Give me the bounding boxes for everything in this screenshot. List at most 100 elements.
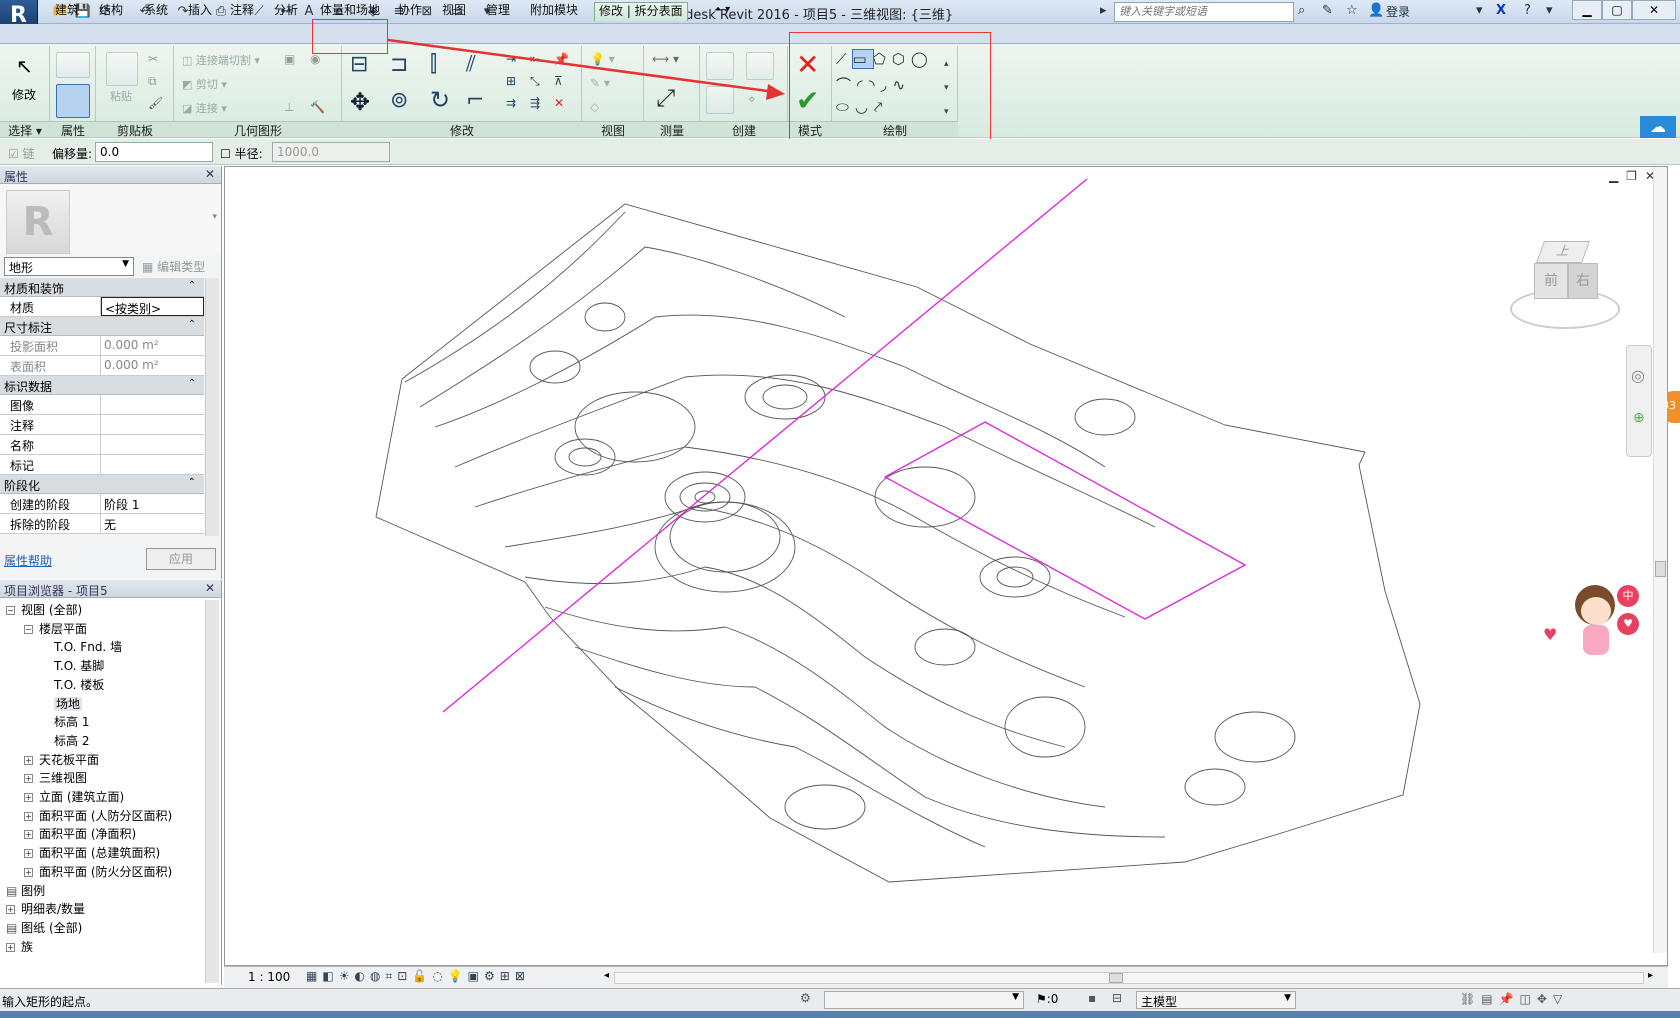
maximize-button[interactable]: ▢	[1602, 0, 1632, 20]
delete-icon[interactable]: ✕	[554, 96, 564, 110]
search-expand-icon[interactable]: ▸	[1100, 3, 1107, 18]
extend-icon[interactable]: ⇶	[530, 96, 540, 110]
workset-dropdown[interactable]: ▼	[824, 991, 1024, 1009]
collapse-icon[interactable]: ⌃	[188, 477, 196, 488]
create-similar-icon[interactable]: ⋄	[748, 92, 756, 106]
view-cube-right[interactable]: 右	[1568, 263, 1598, 299]
crop-view-icon[interactable]: ⌗	[385, 969, 397, 983]
horizontal-scroll-right-icon[interactable]: ▸	[1648, 970, 1653, 981]
cut-icon[interactable]: ✂	[148, 52, 158, 66]
property-value[interactable]	[101, 435, 204, 454]
copy-icon[interactable]: ⧉	[148, 74, 157, 89]
paste-label[interactable]: 粘贴	[110, 88, 132, 104]
worksharing-icon[interactable]: ⚙	[800, 991, 811, 1005]
unpin-icon[interactable]: ⊼	[554, 74, 563, 88]
close-icon[interactable]: ✕	[205, 581, 215, 595]
wall-joins-icon[interactable]: ⊥	[284, 100, 294, 114]
demolish-icon[interactable]: 🔨	[310, 100, 325, 114]
expand-icon[interactable]: +	[6, 905, 15, 915]
tab-manage[interactable]: 管理	[482, 2, 514, 20]
search-input[interactable]	[1114, 2, 1294, 22]
exchange-apps-icon[interactable]: X	[1496, 3, 1506, 18]
match-properties-icon[interactable]: 🖌	[148, 96, 163, 110]
minimize-button[interactable]: ▁	[1572, 0, 1602, 20]
measure-between-icon[interactable]: ⟷ ▾	[652, 52, 679, 66]
apply-button[interactable]: 应用	[146, 548, 216, 570]
tab-structure[interactable]: 结构	[95, 2, 127, 20]
browser-tree-item[interactable]: 标高 2	[54, 731, 89, 751]
property-value[interactable]	[101, 395, 204, 414]
expand-icon[interactable]: +	[24, 774, 33, 784]
properties-scrollbar[interactable]	[205, 278, 219, 536]
panel-label-select[interactable]: 选择 ▾	[0, 121, 50, 138]
mirror-axis-icon[interactable]: ⫿	[430, 52, 437, 77]
unlock-view-icon[interactable]: 🔓	[412, 969, 432, 983]
property-value[interactable]: 0.000 m²	[101, 336, 204, 355]
move-icon[interactable]: ✥	[350, 88, 370, 116]
tab-collaborate[interactable]: 协作	[394, 2, 426, 20]
browser-tree-item[interactable]: ▤ 图纸 (全部)	[6, 918, 82, 938]
trim-icon[interactable]: ⌐	[466, 88, 484, 113]
property-value[interactable]	[101, 455, 204, 474]
tab-systems[interactable]: 系统	[140, 2, 172, 20]
collapse-icon[interactable]: −	[24, 624, 33, 634]
properties-help-link[interactable]: 属性帮助	[4, 552, 52, 569]
cut-join-button[interactable]: ◫ 连接端切割 ▾	[182, 52, 260, 68]
reveal-hidden-icon[interactable]: 💡	[448, 969, 468, 983]
login-dropdown-icon[interactable]: ▾	[1476, 3, 1483, 18]
aligned-dimension-icon[interactable]: ⤢	[656, 84, 675, 112]
paint-icon[interactable]: ◉	[310, 52, 320, 66]
browser-tree-item[interactable]: + 天花板平面	[24, 750, 99, 770]
split-face-icon[interactable]: ▣	[284, 52, 295, 66]
help-icon[interactable]: ?	[1524, 3, 1531, 18]
editable-only-icon[interactable]: ▪	[1088, 991, 1096, 1005]
canvas-vertical-scrollbar[interactable]	[1653, 167, 1667, 953]
select-links-icon[interactable]: ⛓	[1460, 992, 1481, 1006]
chain-checkbox[interactable]: ☑ 链	[8, 145, 35, 162]
visual-style-icon[interactable]: ◧	[322, 969, 338, 983]
browser-tree-item[interactable]: + 面积平面 (净面积)	[24, 824, 136, 844]
paste-icon[interactable]	[106, 52, 138, 86]
tab-architecture[interactable]: 建筑	[51, 2, 83, 20]
subscription-icon[interactable]: ✎	[1322, 3, 1333, 18]
join-button[interactable]: ◪ 连接 ▾	[182, 100, 227, 116]
tab-addins[interactable]: 附加模块	[526, 2, 582, 20]
browser-tree-item[interactable]: 场地	[54, 694, 83, 714]
rendering-icon[interactable]: ◍	[370, 969, 385, 983]
expand-icon[interactable]: +	[24, 867, 33, 877]
temp-view-props-icon[interactable]: ▣	[468, 969, 484, 983]
horizontal-scroll-left-icon[interactable]: ◂	[604, 970, 609, 981]
design-options-icon[interactable]: ⊟	[1112, 991, 1122, 1005]
temp-hide-icon[interactable]: ◌	[432, 969, 447, 983]
browser-tree-item[interactable]: − 楼层平面	[24, 619, 87, 639]
pin-icon[interactable]: 📌	[554, 52, 569, 66]
view-scale[interactable]: 1 : 100	[248, 970, 290, 984]
scale-icon[interactable]: ⤡	[530, 74, 540, 89]
browser-tree-item[interactable]: + 面积平面 (防火分区面积)	[24, 862, 172, 882]
offset-icon[interactable]: ⊐	[390, 52, 408, 77]
design-option-dropdown[interactable]: 主模型 ▼	[1136, 991, 1296, 1009]
expand-icon[interactable]: +	[24, 849, 33, 859]
binoculars-icon[interactable]: ⌕	[1298, 3, 1305, 18]
tab-view[interactable]: 视图	[438, 2, 470, 20]
cut-button[interactable]: ◩ 剪切 ▾	[182, 76, 227, 92]
edit-type-button[interactable]: ▦ 编辑类型	[142, 258, 205, 275]
linework-icon[interactable]: ◇	[590, 100, 599, 114]
select-underlay-icon[interactable]: ▤	[1481, 992, 1498, 1006]
canvas-horizontal-scrollbar[interactable]	[614, 972, 1644, 984]
tab-annotate[interactable]: 注释	[226, 2, 258, 20]
shadows-icon[interactable]: ◐	[354, 969, 369, 983]
close-icon[interactable]: ✕	[205, 167, 215, 181]
login-link[interactable]: 登录	[1386, 3, 1410, 20]
split-icon[interactable]: ⇥	[506, 52, 516, 66]
browser-scrollbar[interactable]	[205, 600, 219, 983]
cloud-icon[interactable]: ☁	[1640, 116, 1676, 138]
browser-tree-item[interactable]: + 明细表/数量	[6, 899, 85, 919]
reveal-constraints-icon[interactable]: ⊠	[515, 969, 530, 983]
modify-button-label[interactable]: 修改	[12, 86, 36, 103]
expand-icon[interactable]: +	[24, 755, 33, 765]
property-value[interactable]: <按类别>	[101, 297, 204, 316]
browser-tree-item[interactable]: − 视图 (全部)	[6, 600, 82, 620]
property-value[interactable]: 0.000 m²	[101, 356, 204, 375]
property-group-header[interactable]: 尺寸标注 ⌃	[0, 317, 204, 336]
